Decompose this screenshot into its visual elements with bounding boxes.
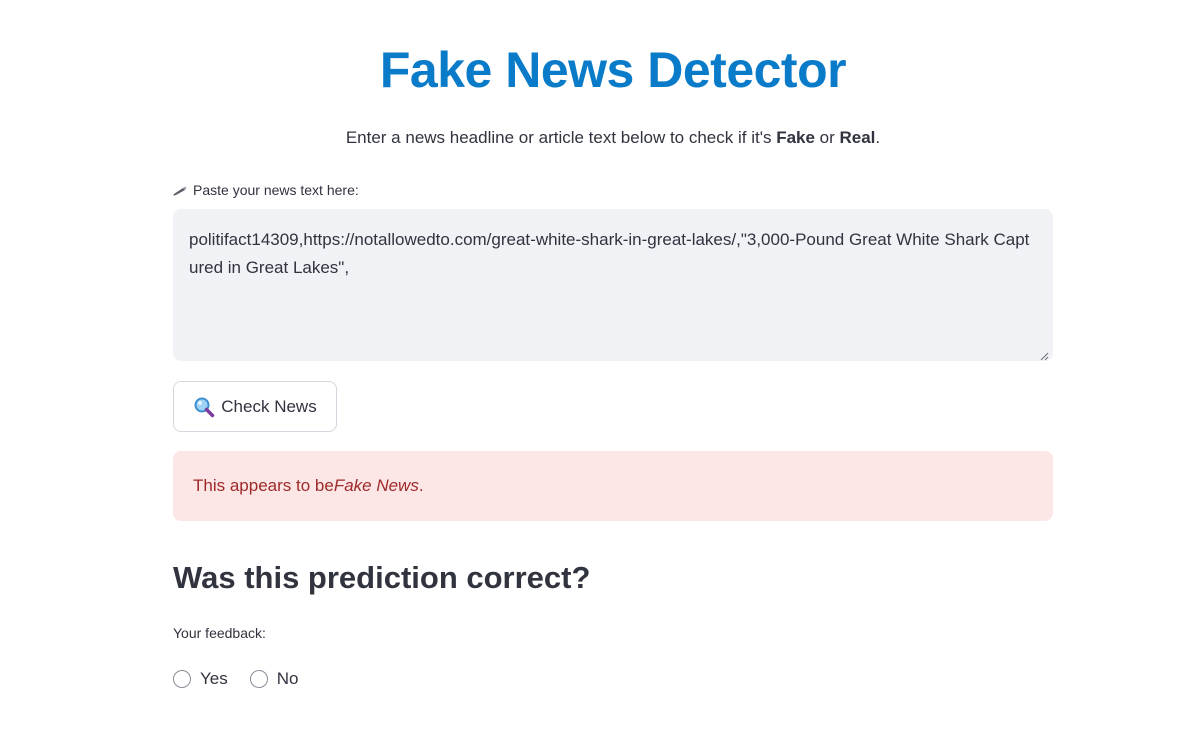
alert-suffix: . — [418, 476, 424, 495]
page-title: Fake News Detector — [379, 42, 847, 98]
resize-handle-icon[interactable] — [1040, 348, 1049, 361]
subtitle-or: or — [814, 128, 840, 147]
feedback-radio-group: Yes No — [173, 667, 298, 691]
check-news-label: Check News — [221, 396, 317, 416]
feedback-heading: Was this prediction correct? — [173, 560, 591, 595]
subtitle-real: Real — [839, 128, 876, 147]
check-news-button[interactable]: Check News — [173, 381, 337, 432]
radio-button-yes[interactable] — [173, 670, 191, 688]
radio-option-no[interactable]: No — [249, 667, 299, 691]
page-subtitle: Enter a news headline or article text be… — [173, 126, 1053, 150]
radio-option-yes[interactable]: Yes — [173, 667, 228, 691]
pen-icon — [173, 182, 189, 198]
radio-label-no: No — [276, 669, 299, 688]
prediction-alert: This appears to be Fake News. — [173, 451, 1053, 521]
news-input-label-text: Paste your news text here: — [193, 182, 359, 198]
news-input-label: Paste your news text here: — [173, 180, 359, 200]
magnifier-icon — [193, 396, 215, 418]
radio-button-no[interactable] — [249, 670, 268, 688]
feedback-label: Your feedback: — [173, 625, 266, 641]
subtitle-prefix: Enter a news headline or article text be… — [345, 128, 777, 147]
subtitle-fake: Fake — [776, 128, 815, 147]
alert-emphasis: Fake News — [333, 476, 419, 495]
news-textarea-value[interactable]: politifact14309,https://notallowedto.com… — [189, 226, 1037, 282]
app-page: Fake News Detector Enter a news headline… — [0, 0, 1185, 735]
radio-label-yes: Yes — [200, 669, 228, 688]
subtitle-suffix: . — [875, 128, 881, 147]
alert-prefix: This appears to be — [193, 476, 334, 495]
news-textarea[interactable]: politifact14309,https://notallowedto.com… — [173, 209, 1053, 361]
